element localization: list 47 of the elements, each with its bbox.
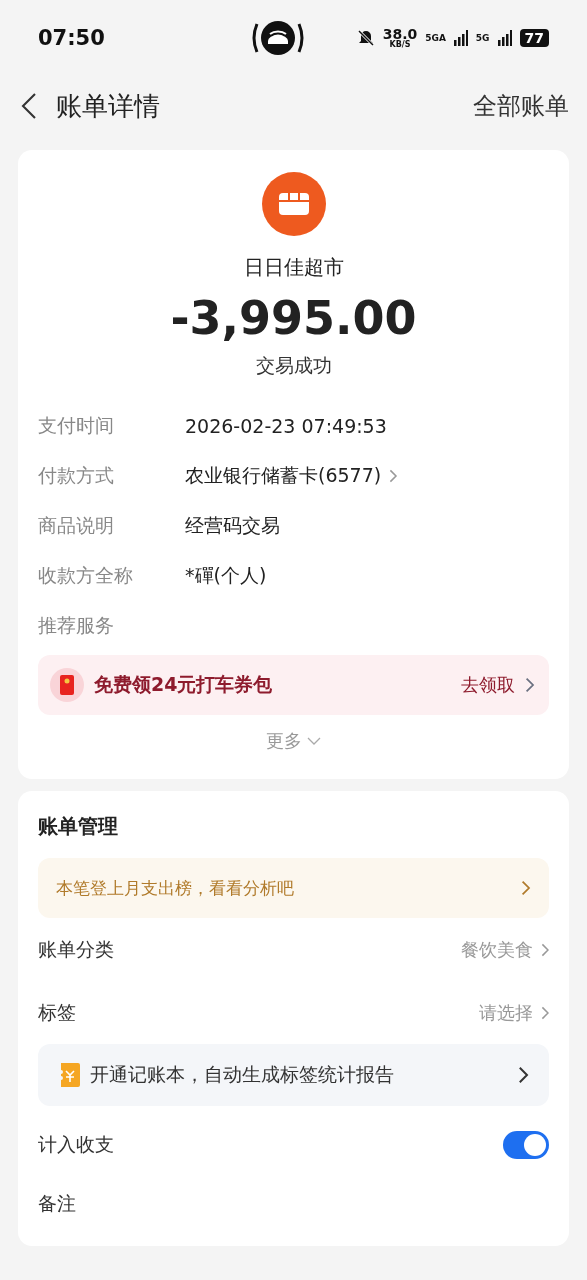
chevron-right-icon	[540, 942, 549, 957]
network-speed: 38.0	[382, 27, 418, 41]
chevron-right-icon	[540, 1005, 549, 1020]
all-bills-link[interactable]: 全部账单	[473, 90, 569, 122]
battery-level: 77	[519, 29, 549, 47]
network-unit: KB/S	[389, 41, 411, 49]
detail-value: 经营码交易	[185, 513, 280, 538]
chevron-right-icon	[389, 469, 398, 483]
toggle-switch[interactable]	[503, 1131, 549, 1159]
analysis-banner[interactable]: 本笔登上月支出榜，看看分析吧	[38, 858, 549, 918]
signal-icon	[453, 30, 468, 46]
detail-label: 支付时间	[38, 413, 115, 438]
section-title: 账单管理	[38, 813, 119, 840]
detail-value[interactable]: 农业银行储蓄卡(6577)	[185, 463, 382, 489]
shop-icon	[261, 172, 326, 236]
detail-label: 推荐服务	[38, 613, 115, 638]
ticket-icon	[58, 1062, 80, 1088]
detail-value: 2026-02-23 07:49:53	[185, 415, 387, 437]
banner-text: 本笔登上月支出榜，看看分析吧	[56, 876, 295, 900]
chevron-right-icon	[525, 677, 535, 693]
promo-banner[interactable]: 免费领24元打车券包 去领取	[38, 655, 549, 715]
detail-value: *磾(个人)	[185, 563, 267, 588]
bookkeeping-banner[interactable]: 开通记账本，自动生成标签统计报告	[38, 1044, 549, 1106]
row-label: 账单分类	[38, 936, 115, 962]
notice-text: 开通记账本，自动生成标签统计报告	[90, 1062, 395, 1087]
status-time: 07:50	[38, 26, 106, 50]
sim-label: 5GA	[425, 33, 446, 43]
row-label: 计入收支	[38, 1132, 115, 1157]
merchant-name: 日日佳超市	[243, 254, 344, 281]
row-label: 备注	[38, 1191, 77, 1216]
claim-link[interactable]: 去领取	[461, 673, 516, 697]
signal-icon	[497, 30, 512, 46]
sim-label: 5G	[475, 33, 490, 43]
detail-label: 收款方全称	[38, 563, 134, 588]
row-label: 标签	[38, 999, 77, 1025]
promo-text: 免费领24元打车券包	[94, 672, 274, 697]
detail-label: 付款方式	[38, 463, 115, 488]
chevron-right-icon	[518, 1066, 529, 1084]
chevron-right-icon	[521, 880, 531, 896]
page-title: 账单详情	[56, 89, 161, 123]
chevron-down-icon	[305, 736, 322, 746]
amount: -3,995.00	[170, 291, 417, 345]
detail-label: 商品说明	[38, 513, 115, 538]
mute-bell-icon	[356, 29, 375, 47]
back-icon[interactable]	[20, 91, 38, 121]
envelope-icon	[50, 668, 84, 702]
transaction-status: 交易成功	[255, 353, 332, 378]
